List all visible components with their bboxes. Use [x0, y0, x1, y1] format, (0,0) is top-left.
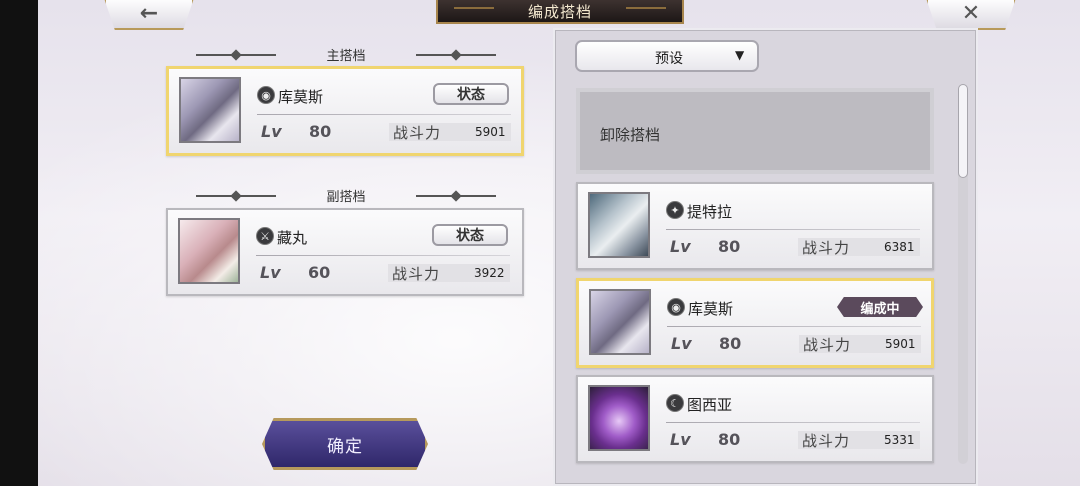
sub-partner-card[interactable]: ⚔ 藏丸 状态 Lv 60 战斗力 3922 [166, 208, 524, 296]
power-value: 5331 [884, 433, 915, 447]
level-value: 80 [718, 237, 741, 256]
main-partner-card[interactable]: ◉ 库莫斯 状态 Lv 80 战斗力 5901 [166, 66, 524, 156]
status-button[interactable]: 状态 [432, 224, 508, 246]
wind-element-icon: ✦ [666, 201, 684, 219]
divider-ornament [196, 195, 276, 197]
eye-element-icon: ◉ [667, 298, 685, 316]
partner-portrait [588, 385, 650, 451]
back-button[interactable]: ← [104, 0, 194, 30]
power-value: 3922 [474, 266, 505, 280]
title-ornament-left [454, 7, 494, 15]
confirm-button[interactable]: 确定 [262, 418, 428, 470]
partner-name: 库莫斯 [688, 300, 734, 318]
partner-name: 提特拉 [687, 203, 733, 221]
in-formation-badge: 编成中 [837, 297, 923, 317]
moon-element-icon: ☾ [666, 394, 684, 412]
level-label: Lv [260, 263, 281, 282]
partner-name: 库莫斯 [278, 88, 324, 106]
partner-name: 藏丸 [277, 229, 308, 247]
level-label: Lv [671, 334, 692, 353]
power-label: 战斗力 [802, 432, 851, 450]
remove-partner-button[interactable]: 卸除搭档 [576, 88, 934, 174]
partner-portrait [588, 192, 650, 258]
level-value: 80 [719, 334, 742, 353]
power-label: 战斗力 [392, 265, 441, 283]
sub-partner-label: 副搭档 [326, 189, 366, 205]
power-label: 战斗力 [802, 239, 851, 257]
partner-list-item[interactable]: ☾ 图西亚 Lv 80 战斗力 5331 [576, 375, 934, 463]
level-label: Lv [670, 237, 691, 256]
card-divider [256, 255, 510, 256]
preset-dropdown[interactable]: 预设 ▼ [575, 40, 759, 72]
screen-edge [0, 0, 38, 486]
partner-portrait [589, 289, 651, 355]
card-divider [666, 229, 920, 230]
partner-portrait [178, 218, 240, 284]
partner-list-item[interactable]: ✦ 提特拉 Lv 80 战斗力 6381 [576, 182, 934, 270]
level-label: Lv [261, 122, 282, 141]
title-plate: 编成搭档 [436, 0, 684, 24]
level-value: 60 [308, 263, 331, 282]
partner-portrait [179, 77, 241, 143]
sub-partner-label-row: 副搭档 [196, 187, 496, 205]
dropdown-arrow-icon: ▼ [735, 48, 745, 62]
divider-ornament [196, 54, 276, 56]
status-button[interactable]: 状态 [433, 83, 509, 105]
card-divider [667, 326, 921, 327]
power-label: 战斗力 [393, 124, 442, 142]
main-partner-label: 主搭档 [326, 48, 366, 64]
divider-ornament [416, 195, 496, 197]
scrollbar-thumb[interactable] [958, 84, 968, 178]
page-title: 编成搭档 [527, 2, 592, 21]
close-button[interactable]: ✕ [926, 0, 1016, 30]
main-partner-label-row: 主搭档 [196, 46, 496, 64]
power-label: 战斗力 [803, 336, 852, 354]
divider-ornament [416, 54, 496, 56]
partner-list-item-selected[interactable]: ◉ 库莫斯 编成中 Lv 80 战斗力 5901 [576, 278, 934, 368]
remove-partner-label: 卸除搭档 [600, 126, 661, 144]
close-icon: ✕ [961, 0, 981, 26]
power-value: 5901 [885, 337, 916, 351]
card-divider [666, 422, 920, 423]
card-divider [257, 114, 511, 115]
partner-name: 图西亚 [687, 396, 733, 414]
sword-element-icon: ⚔ [256, 227, 274, 245]
level-value: 80 [718, 430, 741, 449]
back-arrow-icon: ← [139, 0, 159, 26]
preset-label: 预设 [655, 51, 683, 67]
power-value: 5901 [475, 125, 506, 139]
title-ornament-right [626, 7, 666, 15]
level-label: Lv [670, 430, 691, 449]
level-value: 80 [309, 122, 332, 141]
power-value: 6381 [884, 240, 915, 254]
eye-element-icon: ◉ [257, 86, 275, 104]
